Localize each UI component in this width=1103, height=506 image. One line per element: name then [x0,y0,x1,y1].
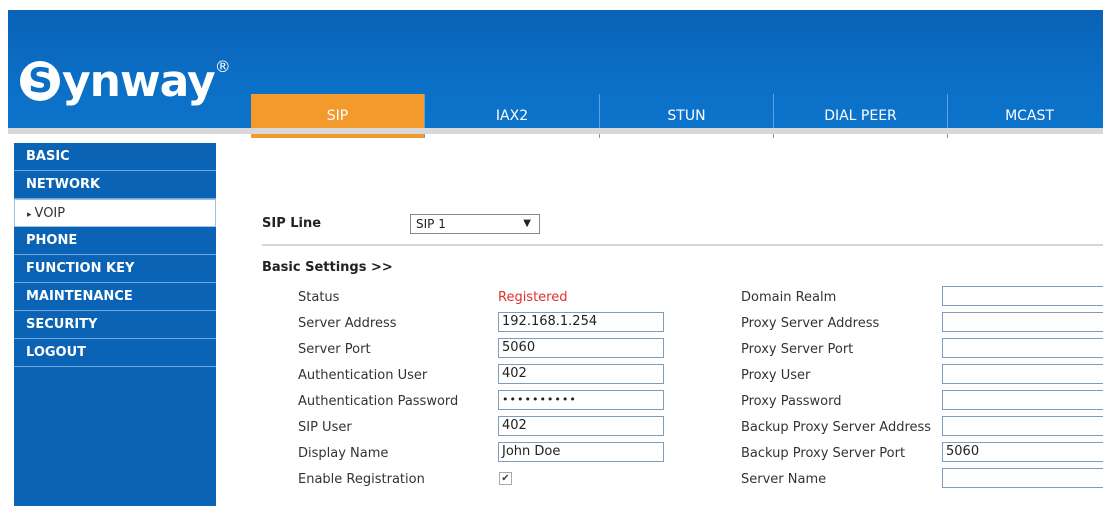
basic-settings-toggle[interactable]: Basic Settings >> [262,260,393,275]
proxy-user-input[interactable] [942,364,1103,384]
form-row: SIP User 402 Backup Proxy Server Address [298,416,1103,442]
form-row: Authentication Password •••••••••• Proxy… [298,390,1103,416]
sip-user-input[interactable]: 402 [498,416,664,436]
sidebar-item-logout[interactable]: LOGOUT [14,339,216,367]
synway-logo: Synway® [20,56,231,107]
form-row: Authentication User 402 Proxy User [298,364,1103,390]
server-address-input[interactable]: 192.168.1.254 [498,312,664,332]
backup-proxy-server-address-label: Backup Proxy Server Address [741,420,932,435]
form-row: Server Port 5060 Proxy Server Port [298,338,1103,364]
backup-proxy-server-address-input[interactable] [942,416,1103,436]
proxy-server-address-label: Proxy Server Address [741,316,880,331]
enable-registration-label: Enable Registration [298,472,425,487]
sip-user-label: SIP User [298,420,352,435]
status-label: Status [298,290,340,305]
header-divider [8,128,1103,134]
display-name-label: Display Name [298,446,389,461]
authentication-password-input[interactable]: •••••••••• [498,390,664,410]
authentication-user-input[interactable]: 402 [498,364,664,384]
section-divider [262,244,1103,246]
form-row: Enable Registration ✔ Server Name [298,468,1103,494]
triangle-right-icon: ▸ [27,210,32,220]
server-name-input[interactable] [942,468,1103,488]
proxy-password-label: Proxy Password [741,394,842,409]
registered-mark: ® [214,57,231,77]
backup-proxy-server-port-input[interactable]: 5060 [942,442,1103,462]
enable-registration-checkbox[interactable]: ✔ [499,472,512,485]
server-port-label: Server Port [298,342,371,357]
sidebar-item-maintenance[interactable]: MAINTENANCE [14,283,216,311]
sidebar-item-basic[interactable]: BASIC [14,143,216,171]
sidebar-item-security[interactable]: SECURITY [14,311,216,339]
sip-line-label: SIP Line [262,216,322,231]
proxy-server-address-input[interactable] [942,312,1103,332]
logo-s-mark: S [20,61,60,101]
sidebar-item-voip[interactable]: ▸ VOIP [14,199,216,227]
server-address-label: Server Address [298,316,397,331]
backup-proxy-server-port-label: Backup Proxy Server Port [741,446,906,461]
sip-line-select[interactable]: SIP 1 ▼ [410,214,540,234]
proxy-password-input[interactable] [942,390,1103,410]
proxy-server-port-input[interactable] [942,338,1103,358]
server-name-label: Server Name [741,472,827,487]
dropdown-caret-icon: ▼ [523,218,531,229]
logo-wordmark: ynway [62,56,216,107]
form-row: Display Name John Doe Backup Proxy Serve… [298,442,1103,468]
domain-realm-label: Domain Realm [741,290,837,305]
sidebar-item-label: VOIP [34,206,66,221]
sidebar-item-function-key[interactable]: FUNCTION KEY [14,255,216,283]
authentication-password-label: Authentication Password [298,394,459,409]
status-value: Registered [498,290,568,305]
sidebar-item-network[interactable]: NETWORK [14,171,216,199]
server-port-input[interactable]: 5060 [498,338,664,358]
display-name-input[interactable]: John Doe [498,442,664,462]
proxy-server-port-label: Proxy Server Port [741,342,854,357]
form-row: Server Address 192.168.1.254 Proxy Serve… [298,312,1103,338]
sidebar-item-phone[interactable]: PHONE [14,227,216,255]
proxy-user-label: Proxy User [741,368,811,383]
form-row: Status Registered Domain Realm [298,286,1103,312]
authentication-user-label: Authentication User [298,368,428,383]
domain-realm-input[interactable] [942,286,1103,306]
sip-line-selected: SIP 1 [416,217,446,231]
sidebar: BASIC NETWORK ▸ VOIP PHONE FUNCTION KEY M… [14,143,216,506]
header-bar: Synway® SIP IAX2 STUN DIAL PEER MCAST [8,10,1103,138]
